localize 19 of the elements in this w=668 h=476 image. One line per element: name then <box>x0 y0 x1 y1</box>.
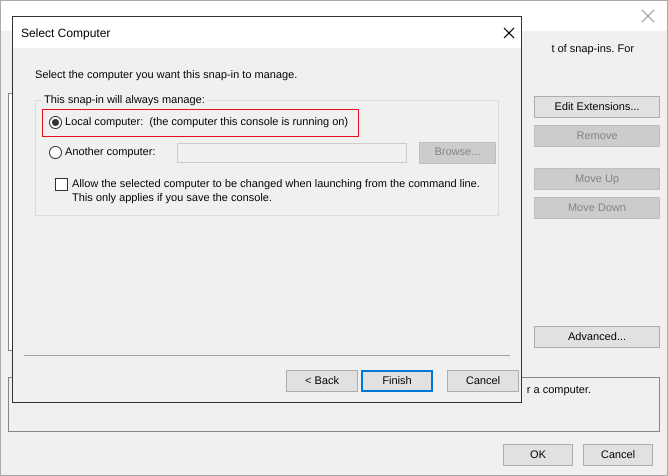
dialog-title: Select Computer <box>21 24 110 42</box>
dialog-button[interactable]: Advanced... <box>534 326 660 348</box>
close-icon[interactable] <box>503 26 515 38</box>
group-label: This snap-in will always manage: <box>42 92 207 106</box>
dialog-button[interactable]: OK <box>503 444 573 466</box>
dialog-button[interactable]: Edit Extensions... <box>534 96 660 118</box>
description-text: r a computer. <box>526 383 591 398</box>
dialog-button[interactable]: Cancel <box>447 370 519 392</box>
dialog-button[interactable]: Finish <box>361 370 433 392</box>
description-text: t of snap-ins. For <box>551 42 634 57</box>
radio-button[interactable] <box>49 146 62 159</box>
radio-label: Local computer: (the computer this console is running on) <box>65 115 348 130</box>
checkbox[interactable] <box>55 178 68 190</box>
checkbox-label: Allow the selected computer to be changed when launching from the command line. This only applies if you save the console. <box>72 176 481 204</box>
dialog-button[interactable]: < Back <box>286 370 358 392</box>
radio-label: Another computer: <box>65 145 156 160</box>
radio-button[interactable] <box>49 116 62 129</box>
prompt-text: Select the computer you want this snap-in to manage. <box>35 69 298 81</box>
dialog-button[interactable]: Cancel <box>583 444 653 466</box>
